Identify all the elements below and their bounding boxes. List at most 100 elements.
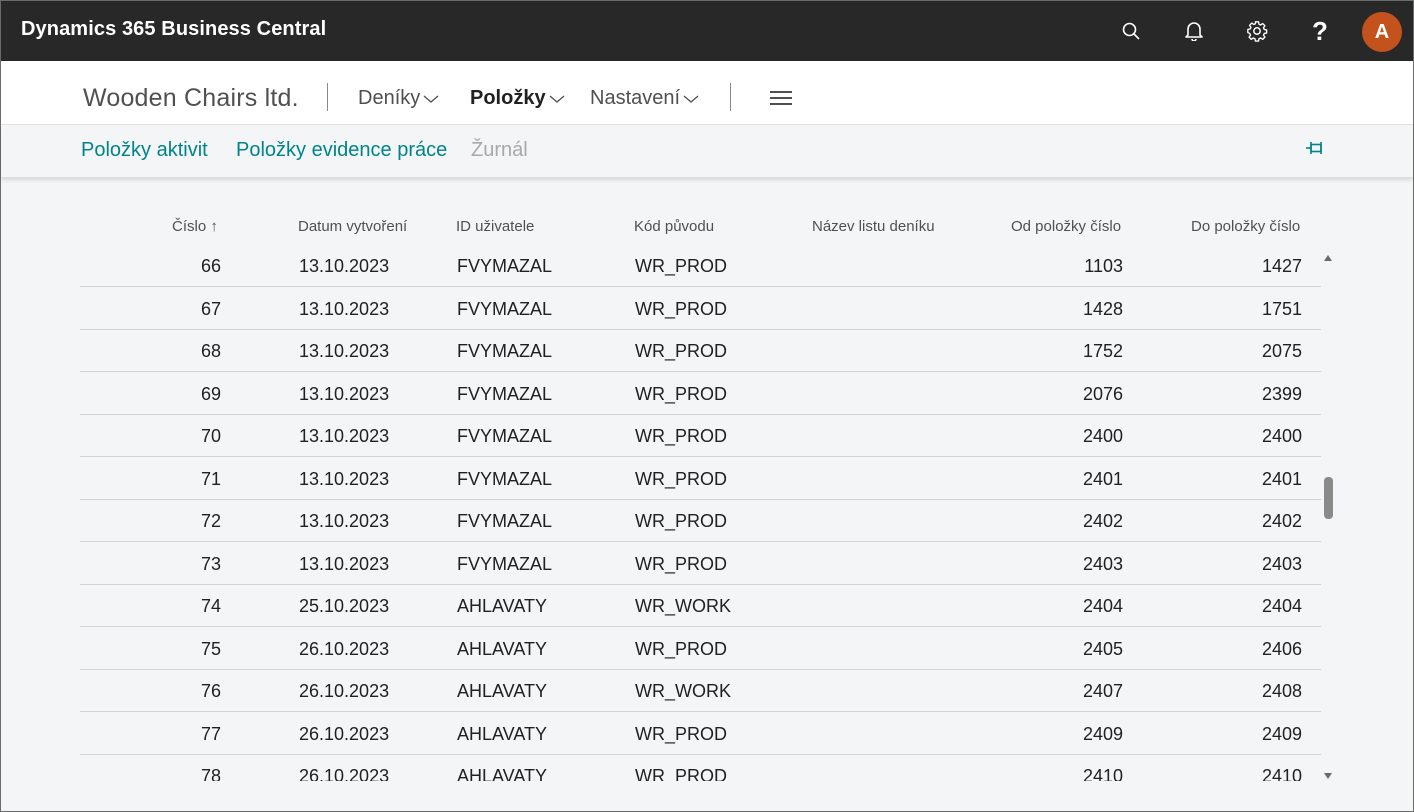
nav-item-label: Deníky	[358, 87, 421, 109]
cell-user-id: AHLAVATY	[457, 596, 548, 616]
cell-source-code: WR_PROD	[635, 256, 728, 276]
cell-user-id: FVYMAZAL	[457, 468, 553, 489]
help-icon[interactable]: ?	[1305, 16, 1335, 46]
navigation-bar: Wooden Chairs ltd. Deníky Položky Nastav…	[1, 61, 1413, 125]
cell-number: 74	[200, 596, 221, 616]
cell-user-id: AHLAVATY	[457, 723, 548, 744]
search-icon[interactable]	[1116, 16, 1146, 46]
divider	[730, 83, 731, 111]
cell-number: 77	[200, 723, 221, 744]
cell-number: 76	[200, 681, 221, 701]
action-bar: Položky aktivit Položky evidence práce Ž…	[1, 125, 1413, 177]
cell-to-entry: 2399	[1261, 383, 1302, 404]
cell-to-entry: 2408	[1261, 681, 1302, 701]
cell-source-code: WR_PROD	[635, 468, 728, 489]
cell-to-entry: 2075	[1261, 341, 1302, 361]
cell-from-entry: 2076	[1082, 383, 1123, 404]
pin-icon[interactable]	[1305, 139, 1327, 162]
cell-source-code: WR_WORK	[635, 681, 731, 701]
company-name[interactable]: Wooden Chairs ltd.	[83, 84, 299, 113]
cell-created-date: 26.10.2023	[299, 638, 390, 659]
table-row[interactable]: 77 26.10.2023 AHLAVATY WR_PROD 2409 2409	[80, 712, 1321, 755]
cell-number: 71	[200, 468, 221, 489]
action-activity-entries[interactable]: Položky aktivit	[81, 139, 208, 162]
cell-from-entry: 1752	[1082, 341, 1123, 361]
nav-item-setup[interactable]: Nastavení	[590, 87, 699, 110]
gear-icon[interactable]	[1242, 16, 1272, 46]
column-header-user-id[interactable]: ID uživatele	[456, 218, 534, 235]
cell-to-entry: 2404	[1261, 596, 1302, 616]
column-header-journal-batch[interactable]: Název listu deníku	[812, 218, 935, 235]
cell-number: 66	[200, 256, 221, 276]
cell-from-entry: 2401	[1082, 468, 1123, 489]
cell-source-code: WR_WORK	[635, 596, 731, 616]
column-header-label: Číslo	[172, 218, 207, 235]
table-body: 66 13.10.2023 FVYMAZAL WR_PROD 1103 1427 67 13.…	[80, 244, 1321, 781]
cell-source-code: WR_PROD	[635, 298, 728, 319]
cell-created-date: 13.10.2023	[299, 298, 390, 319]
avatar[interactable]: A	[1362, 12, 1402, 52]
column-header-number[interactable]: Číslo ↑	[172, 218, 218, 235]
cell-source-code: WR_PROD	[635, 383, 728, 404]
nav-item-label: Položky	[470, 87, 546, 109]
table-row[interactable]: 70 13.10.2023 FVYMAZAL WR_PROD 2400 2400	[80, 414, 1321, 457]
table-row[interactable]: 74 25.10.2023 AHLAVATY WR_WORK 2404 2404	[80, 584, 1321, 627]
nav-item-journals[interactable]: Deníky	[358, 87, 439, 110]
app-title[interactable]: Dynamics 365 Business Central	[21, 18, 326, 41]
cell-source-code: WR_PROD	[635, 723, 728, 744]
hamburger-menu-icon[interactable]	[770, 91, 792, 105]
cell-source-code: WR_PROD	[635, 638, 728, 659]
table-row[interactable]: 78 26.10.2023 AHLAVATY WR_PROD 2410 2410	[80, 754, 1321, 781]
table-row[interactable]: 73 13.10.2023 FVYMAZAL WR_PROD 2403 2403	[80, 542, 1321, 585]
cell-to-entry: 2409	[1261, 723, 1302, 744]
cell-created-date: 13.10.2023	[299, 256, 390, 276]
cell-from-entry: 2403	[1082, 553, 1123, 574]
help-glyph: ?	[1312, 16, 1328, 46]
table-row[interactable]: 66 13.10.2023 FVYMAZAL WR_PROD 1103 1427	[80, 244, 1321, 287]
column-header-from-entry[interactable]: Od položky číslo	[1011, 218, 1121, 235]
action-journal: Žurnál	[471, 139, 528, 161]
cell-from-entry: 2402	[1082, 511, 1123, 531]
table-row[interactable]: 75 26.10.2023 AHLAVATY WR_PROD 2405 2406	[80, 627, 1321, 670]
cell-created-date: 26.10.2023	[299, 723, 390, 744]
cell-created-date: 13.10.2023	[299, 341, 390, 361]
cell-user-id: FVYMAZAL	[457, 341, 553, 361]
cell-number: 72	[200, 511, 221, 531]
cell-user-id: FVYMAZAL	[457, 511, 553, 531]
table-row[interactable]: 71 13.10.2023 FVYMAZAL WR_PROD 2401 2401	[80, 457, 1321, 500]
cell-to-entry: 1751	[1261, 298, 1302, 319]
table-row[interactable]: 72 13.10.2023 FVYMAZAL WR_PROD 2402 2402	[80, 499, 1321, 542]
sort-ascending-icon: ↑	[210, 218, 218, 235]
cell-to-entry: 2401	[1261, 468, 1302, 489]
scroll-down-arrow-icon[interactable]	[1323, 767, 1333, 785]
cell-from-entry: 2407	[1082, 681, 1123, 701]
nav-item-entries[interactable]: Položky	[470, 87, 565, 110]
bell-icon[interactable]	[1179, 16, 1209, 46]
cell-user-id: AHLAVATY	[457, 638, 548, 659]
column-header-source-code[interactable]: Kód původu	[634, 218, 714, 235]
cell-created-date: 13.10.2023	[299, 468, 390, 489]
scroll-up-arrow-icon[interactable]	[1323, 249, 1333, 267]
cell-user-id: FVYMAZAL	[457, 298, 553, 319]
cell-number: 75	[200, 638, 221, 659]
cell-user-id: FVYMAZAL	[457, 553, 553, 574]
table-row[interactable]: 68 13.10.2023 FVYMAZAL WR_PROD 1752 2075	[80, 329, 1321, 372]
cell-source-code: WR_PROD	[635, 511, 728, 531]
nav-item-label: Nastavení	[590, 87, 681, 109]
cell-created-date: 13.10.2023	[299, 553, 390, 574]
table-row[interactable]: 76 26.10.2023 AHLAVATY WR_WORK 2407 2408	[80, 669, 1321, 712]
cell-to-entry: 2406	[1261, 638, 1302, 659]
app-bar: Dynamics 365 Business Central ? A	[1, 1, 1413, 61]
table-row[interactable]: 67 13.10.2023 FVYMAZAL WR_PROD 1428 1751	[80, 287, 1321, 330]
cell-from-entry: 1103	[1084, 256, 1123, 276]
chevron-down-icon	[683, 87, 699, 110]
table-row[interactable]: 69 13.10.2023 FVYMAZAL WR_PROD 2076 2399	[80, 372, 1321, 415]
action-work-entries[interactable]: Položky evidence práce	[236, 139, 447, 162]
scrollbar-thumb[interactable]	[1324, 477, 1333, 519]
cell-from-entry: 1428	[1082, 298, 1123, 319]
cell-to-entry: 2402	[1261, 511, 1302, 531]
column-header-to-entry[interactable]: Do položky číslo	[1191, 218, 1300, 235]
cell-created-date: 26.10.2023	[299, 681, 390, 701]
cell-source-code: WR_PROD	[635, 553, 728, 574]
column-header-created-date[interactable]: Datum vytvoření	[298, 218, 407, 235]
